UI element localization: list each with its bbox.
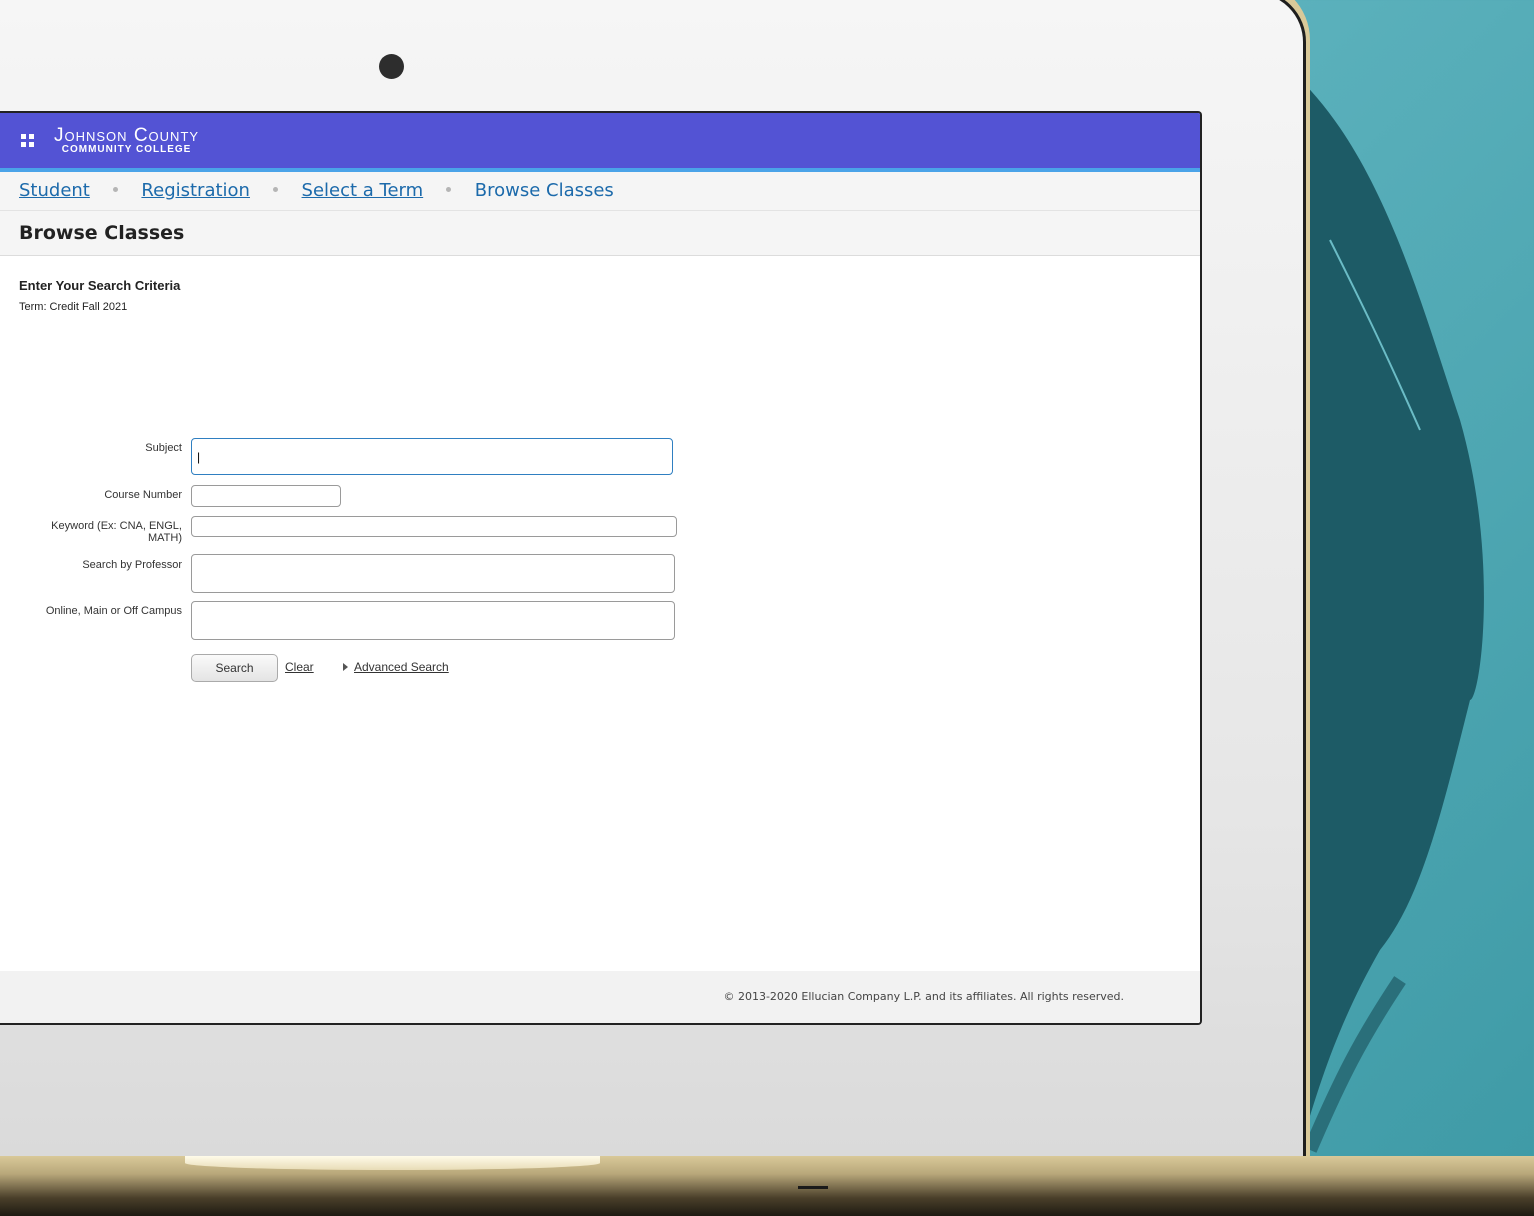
webcam-icon — [379, 54, 404, 79]
advanced-search-link[interactable]: Advanced Search — [354, 660, 449, 674]
college-logo[interactable]: Johnson County COMMUNITY COLLEGE — [54, 126, 199, 155]
clear-link[interactable]: Clear — [285, 660, 314, 674]
app-grid-icon[interactable] — [21, 134, 34, 147]
campus-label: Online, Main or Off Campus — [45, 605, 182, 617]
breadcrumb-separator — [446, 187, 452, 192]
breadcrumb-current: Browse Classes — [474, 180, 614, 201]
search-button[interactable]: Search — [191, 654, 278, 682]
laptop-hinge — [185, 1156, 600, 1170]
course-number-input[interactable] — [191, 485, 341, 507]
page-footer: © 2013-2020 Ellucian Company L.P. and it… — [0, 971, 1200, 1023]
breadcrumb-registration[interactable]: Registration — [141, 180, 250, 201]
breadcrumb-student[interactable]: Student — [19, 180, 90, 201]
term-label: Term: Credit Fall 2021 — [19, 301, 128, 313]
expand-triangle-icon — [343, 663, 348, 671]
keyword-label: Keyword (Ex: CNA, ENGL, MATH) — [51, 520, 182, 544]
laptop-notch — [798, 1186, 828, 1189]
course-number-label: Course Number — [104, 489, 182, 501]
campus-input[interactable] — [191, 601, 675, 640]
logo-sub-text: COMMUNITY COLLEGE — [61, 144, 192, 155]
breadcrumb: Student Registration Select a Term Brows… — [0, 172, 1200, 211]
copyright-text: © 2013-2020 Ellucian Company L.P. and it… — [723, 990, 1124, 1003]
page-title: Browse Classes — [19, 222, 185, 244]
breadcrumb-separator — [273, 187, 279, 192]
subject-label: Subject — [145, 442, 182, 454]
breadcrumb-select-term[interactable]: Select a Term — [302, 180, 424, 201]
logo-main-text: Johnson County — [54, 125, 200, 146]
breadcrumb-separator — [113, 187, 119, 192]
keyword-input[interactable] — [191, 516, 677, 537]
subject-input[interactable]: | — [191, 438, 673, 475]
advanced-search-toggle[interactable]: Advanced Search — [343, 660, 449, 674]
professor-input[interactable] — [191, 554, 675, 593]
criteria-heading: Enter Your Search Criteria — [19, 278, 181, 293]
browser-screen: Johnson County COMMUNITY COLLEGE Student… — [0, 111, 1202, 1025]
title-bar: Browse Classes — [0, 211, 1200, 256]
professor-label: Search by Professor — [82, 559, 182, 571]
site-header: Johnson County COMMUNITY COLLEGE — [0, 113, 1200, 172]
